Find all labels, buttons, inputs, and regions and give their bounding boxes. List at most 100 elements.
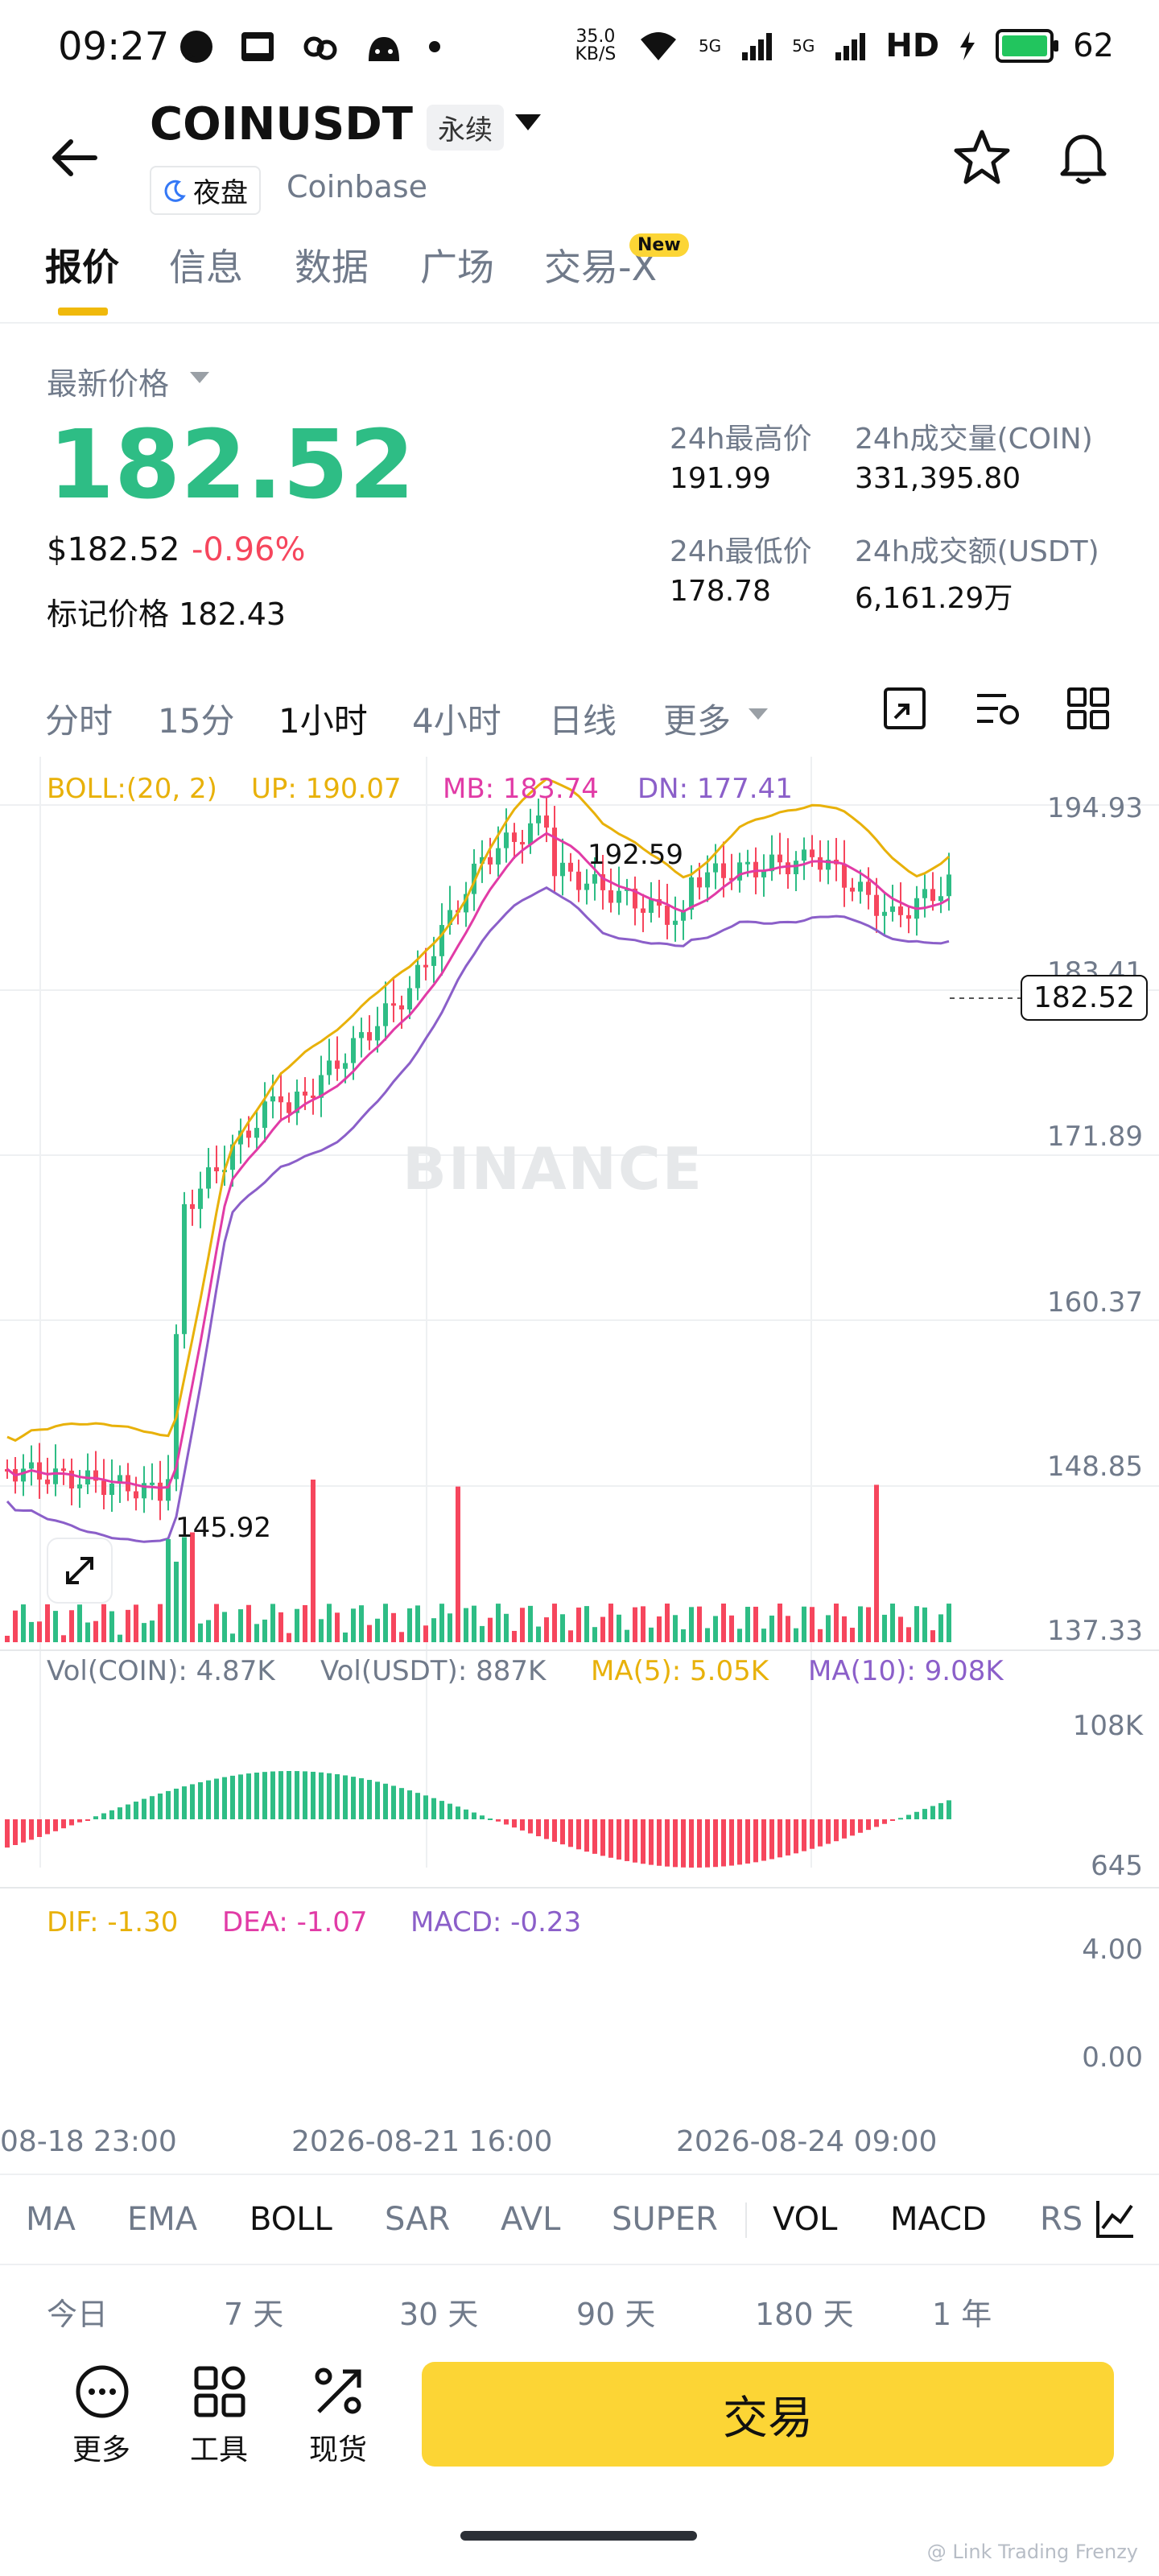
layout-grid-icon[interactable] [1066, 686, 1111, 731]
macd-bar [77, 1819, 82, 1823]
indicator-vol[interactable]: VOL [773, 2201, 837, 2238]
candle-body [802, 849, 806, 861]
indicator-macd[interactable]: MACD [890, 2201, 987, 2238]
macd-bar [721, 1819, 726, 1867]
candle-body [190, 1203, 195, 1209]
net-type-2: 5G [792, 36, 815, 56]
candle-body [745, 861, 750, 865]
macd-bar [359, 1777, 364, 1819]
candle-body [101, 1480, 106, 1495]
gallery-icon [241, 32, 274, 61]
indicator-ma[interactable]: MA [26, 2201, 76, 2238]
macd-bar [351, 1777, 356, 1819]
candle-body [504, 832, 509, 848]
bell-icon[interactable] [1051, 124, 1116, 188]
indicator-rsi[interactable]: RS [1040, 2201, 1083, 2238]
macd-bar [134, 1802, 138, 1819]
indicator-settings-icon[interactable] [974, 686, 1022, 731]
macd-bar [327, 1773, 332, 1819]
chat-icon [180, 31, 212, 63]
macd-bar [480, 1815, 485, 1819]
spot-label[interactable]: 现货 [309, 2426, 367, 2468]
macd-bar [472, 1812, 476, 1819]
macd-bar [206, 1780, 211, 1819]
indicator-avl[interactable]: AVL [501, 2201, 560, 2238]
volume-bar [391, 1612, 396, 1642]
status-bar: 09:27 35.0 KB/S 5G 5G HD 62 [0, 0, 1159, 97]
timeframe-more[interactable]: 更多 [663, 694, 731, 743]
more-label[interactable]: 更多 [72, 2426, 130, 2468]
back-arrow-icon[interactable] [45, 129, 103, 187]
symbol-dropdown-icon[interactable] [515, 114, 541, 130]
signal-icon-2 [835, 33, 866, 60]
macd-bar [262, 1772, 267, 1819]
candle-body [536, 815, 541, 824]
indicator-chart-icon[interactable] [1093, 2196, 1138, 2241]
macd-bar [617, 1819, 621, 1860]
more-dropdown-icon[interactable] [749, 708, 768, 720]
candle-body [641, 908, 645, 913]
wifi-icon [640, 32, 676, 60]
macd-bar [13, 1819, 18, 1845]
more-icon[interactable] [74, 2363, 130, 2420]
macd-bar [818, 1819, 823, 1847]
volume-bar [552, 1604, 557, 1642]
candle-body [287, 1102, 291, 1113]
volume-bar [890, 1604, 895, 1642]
range-30d[interactable]: 30 天 [399, 2289, 478, 2334]
volume-bar [480, 1625, 485, 1642]
signal-icon-1 [742, 33, 773, 60]
candle-body [61, 1468, 66, 1472]
range-today[interactable]: 今日 [47, 2289, 108, 2334]
trade-button[interactable]: 交易 [422, 2362, 1114, 2467]
timeframe-1h[interactable]: 1小时 [278, 694, 368, 743]
macd-bar [705, 1819, 710, 1868]
symbol-title[interactable]: COINUSDT [150, 98, 413, 151]
range-180d[interactable]: 180 天 [755, 2289, 854, 2334]
fullscreen-icon[interactable] [882, 686, 927, 731]
latest-price-dropdown-icon[interactable] [190, 372, 209, 383]
volume-bar [456, 1486, 460, 1642]
tab-data[interactable]: 数据 [295, 238, 369, 291]
latest-price-label[interactable]: 最新价格 [47, 359, 169, 403]
indicator-super[interactable]: SUPER [612, 2201, 718, 2238]
tab-quote[interactable]: 报价 [45, 238, 119, 291]
range-1y[interactable]: 1 年 [932, 2289, 992, 2334]
volume-bar [681, 1629, 686, 1642]
candle-body [850, 887, 855, 892]
indicator-ema[interactable]: EMA [127, 2201, 197, 2238]
tab-square[interactable]: 广场 [420, 238, 494, 291]
timeframe-1d[interactable]: 日线 [549, 694, 617, 743]
macd-bar [568, 1819, 573, 1847]
candle-body [761, 871, 766, 877]
candle-body [109, 1483, 114, 1495]
volume-bar [158, 1604, 163, 1642]
macd-bar [930, 1806, 935, 1819]
stat-24h-low: 24h最低价 178.78 [670, 528, 812, 608]
indicator-boll[interactable]: BOLL [250, 2201, 332, 2238]
range-7d[interactable]: 7 天 [224, 2289, 283, 2334]
macd-bar [826, 1819, 831, 1844]
tools-label[interactable]: 工具 [190, 2426, 248, 2468]
indicator-sar[interactable]: SAR [385, 2201, 450, 2238]
macd-bar [53, 1819, 58, 1831]
star-icon[interactable] [950, 126, 1014, 190]
timeframe-15m[interactable]: 15分 [158, 694, 234, 743]
mark-price-value: 182.43 [179, 597, 287, 632]
expand-chart-button[interactable] [47, 1538, 113, 1604]
timeframe-line[interactable]: 分时 [45, 694, 113, 743]
timeframe-4h[interactable]: 4小时 [412, 694, 501, 743]
candle-body [391, 1003, 396, 1006]
candle-body [439, 925, 444, 956]
macd-bar [126, 1804, 130, 1819]
candle-body [134, 1491, 138, 1499]
kline-chart[interactable] [0, 757, 1159, 2174]
home-indicator[interactable] [460, 2531, 697, 2541]
tools-icon[interactable] [192, 2363, 248, 2420]
volume-bar [826, 1615, 831, 1642]
price-axis-label: 171.89 [1047, 1121, 1143, 1153]
spot-icon[interactable] [311, 2363, 367, 2420]
macd-bar [37, 1819, 42, 1837]
range-90d[interactable]: 90 天 [576, 2289, 655, 2334]
tab-info[interactable]: 信息 [169, 238, 243, 291]
